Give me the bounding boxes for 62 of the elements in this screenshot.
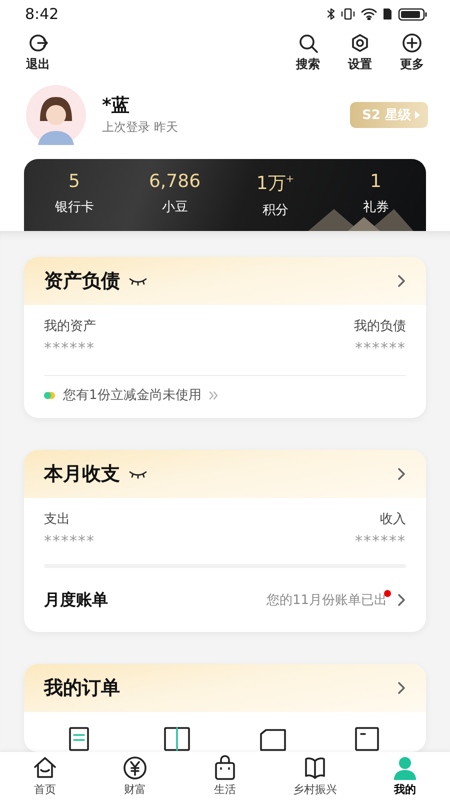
tab[interactable]: 生活 [180,752,270,800]
amount-label: 支出 [44,511,71,528]
pill-icon [44,392,55,398]
search-icon [298,32,318,54]
triangle-icon [415,110,420,119]
double-chevron-icon [209,390,218,400]
toolbar-button[interactable]: 搜索 [286,32,330,73]
stat-label: 礼券 [362,198,389,216]
plus-icon [402,32,422,54]
toolbar-button[interactable]: 退出 [16,32,60,73]
yen-icon [122,755,148,781]
home-icon [32,755,58,781]
tab[interactable]: 我的 [360,752,450,800]
sim-alert-icon [383,8,392,20]
book-icon [302,755,328,781]
stat-value: 1万$^{+}$ [256,172,294,195]
masked-amount: ****** [355,339,406,357]
settings-icon [350,32,370,54]
card-title: 资产负债 [44,269,120,294]
shopping-bag-icon [212,755,238,781]
toolbar-button[interactable]: 设置 [338,32,382,73]
card-header[interactable]: 我的订单 [24,664,426,712]
card-title: 本月收支 [44,462,120,487]
stat-label: 积分 [262,202,288,219]
card-header[interactable]: 本月收支 [24,450,426,498]
amount-label: 收入 [380,511,406,528]
vibrate-icon [341,8,355,20]
masked-amount: ****** [44,339,96,357]
masked-amount: ****** [355,532,406,550]
bluetooth-icon [327,8,335,20]
battery-icon [398,8,428,21]
masked-amount: ****** [44,532,95,550]
coupon-link[interactable]: 您有1份立减金尚未使用 [63,386,202,404]
card-title: 我的订单 [44,676,120,701]
tab[interactable]: 乡村振兴 [270,752,360,800]
amount-label: 我的资产 [44,318,96,335]
folder-icon[interactable] [258,726,287,752]
tab[interactable]: 首页 [0,752,90,800]
user-name: *蓝 [102,94,130,118]
tab[interactable]: 财富 [90,752,180,800]
clock-time: 8:42 [25,5,59,24]
person-icon [392,755,418,781]
card-header[interactable]: 资产负债 [24,257,426,305]
logout-icon [28,32,48,54]
chevron-icon[interactable] [397,681,406,695]
bill-title: 月度账单 [44,590,108,610]
stat-label: 小豆 [162,198,188,216]
stat-value: 5 [68,170,80,192]
bill-row[interactable]: 月度账单 您的11月份账单已出 [24,568,426,632]
grid-icon[interactable] [163,726,192,752]
stat-label: 银行卡 [54,198,94,216]
wifi-icon [361,8,377,20]
toolbar-button[interactable]: 更多 [390,32,434,73]
amount-label: 我的负债 [354,318,406,335]
chevron-icon[interactable] [397,274,406,288]
last-login-text: 上次登录 昨天 [102,119,179,136]
stat-value: 6,786 [148,170,201,192]
bill-note: 您的11月份账单已出 [266,591,387,609]
chevron-icon[interactable] [397,593,406,607]
chevron-icon[interactable] [397,467,406,481]
avatar [26,84,86,145]
stat-value: 1 [370,170,382,192]
